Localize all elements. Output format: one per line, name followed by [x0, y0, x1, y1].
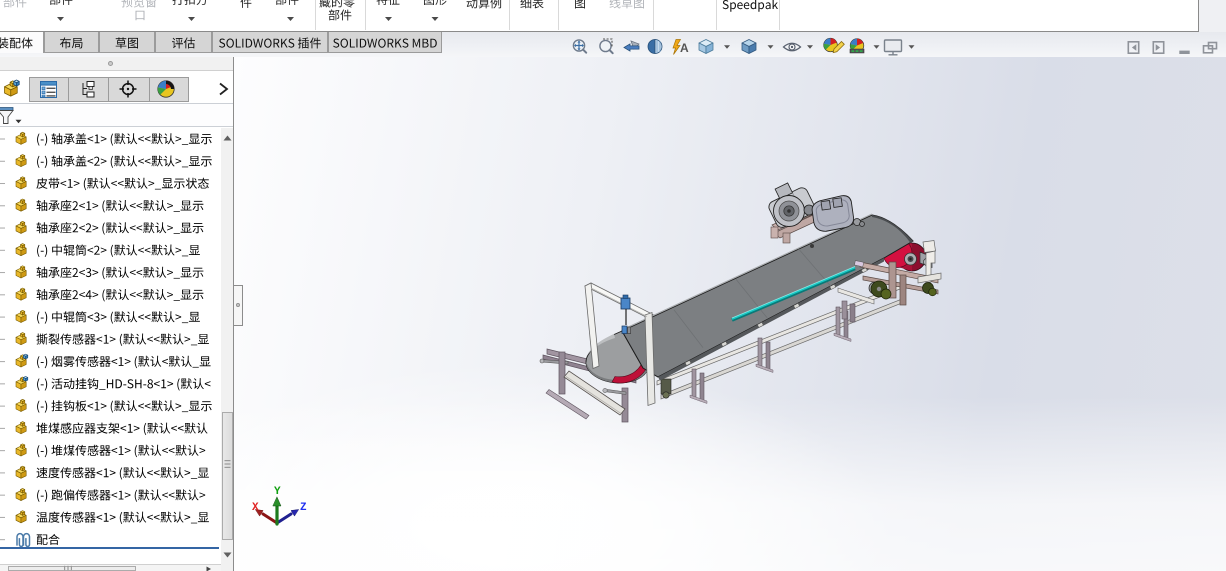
svg-text:A: A	[680, 41, 689, 55]
